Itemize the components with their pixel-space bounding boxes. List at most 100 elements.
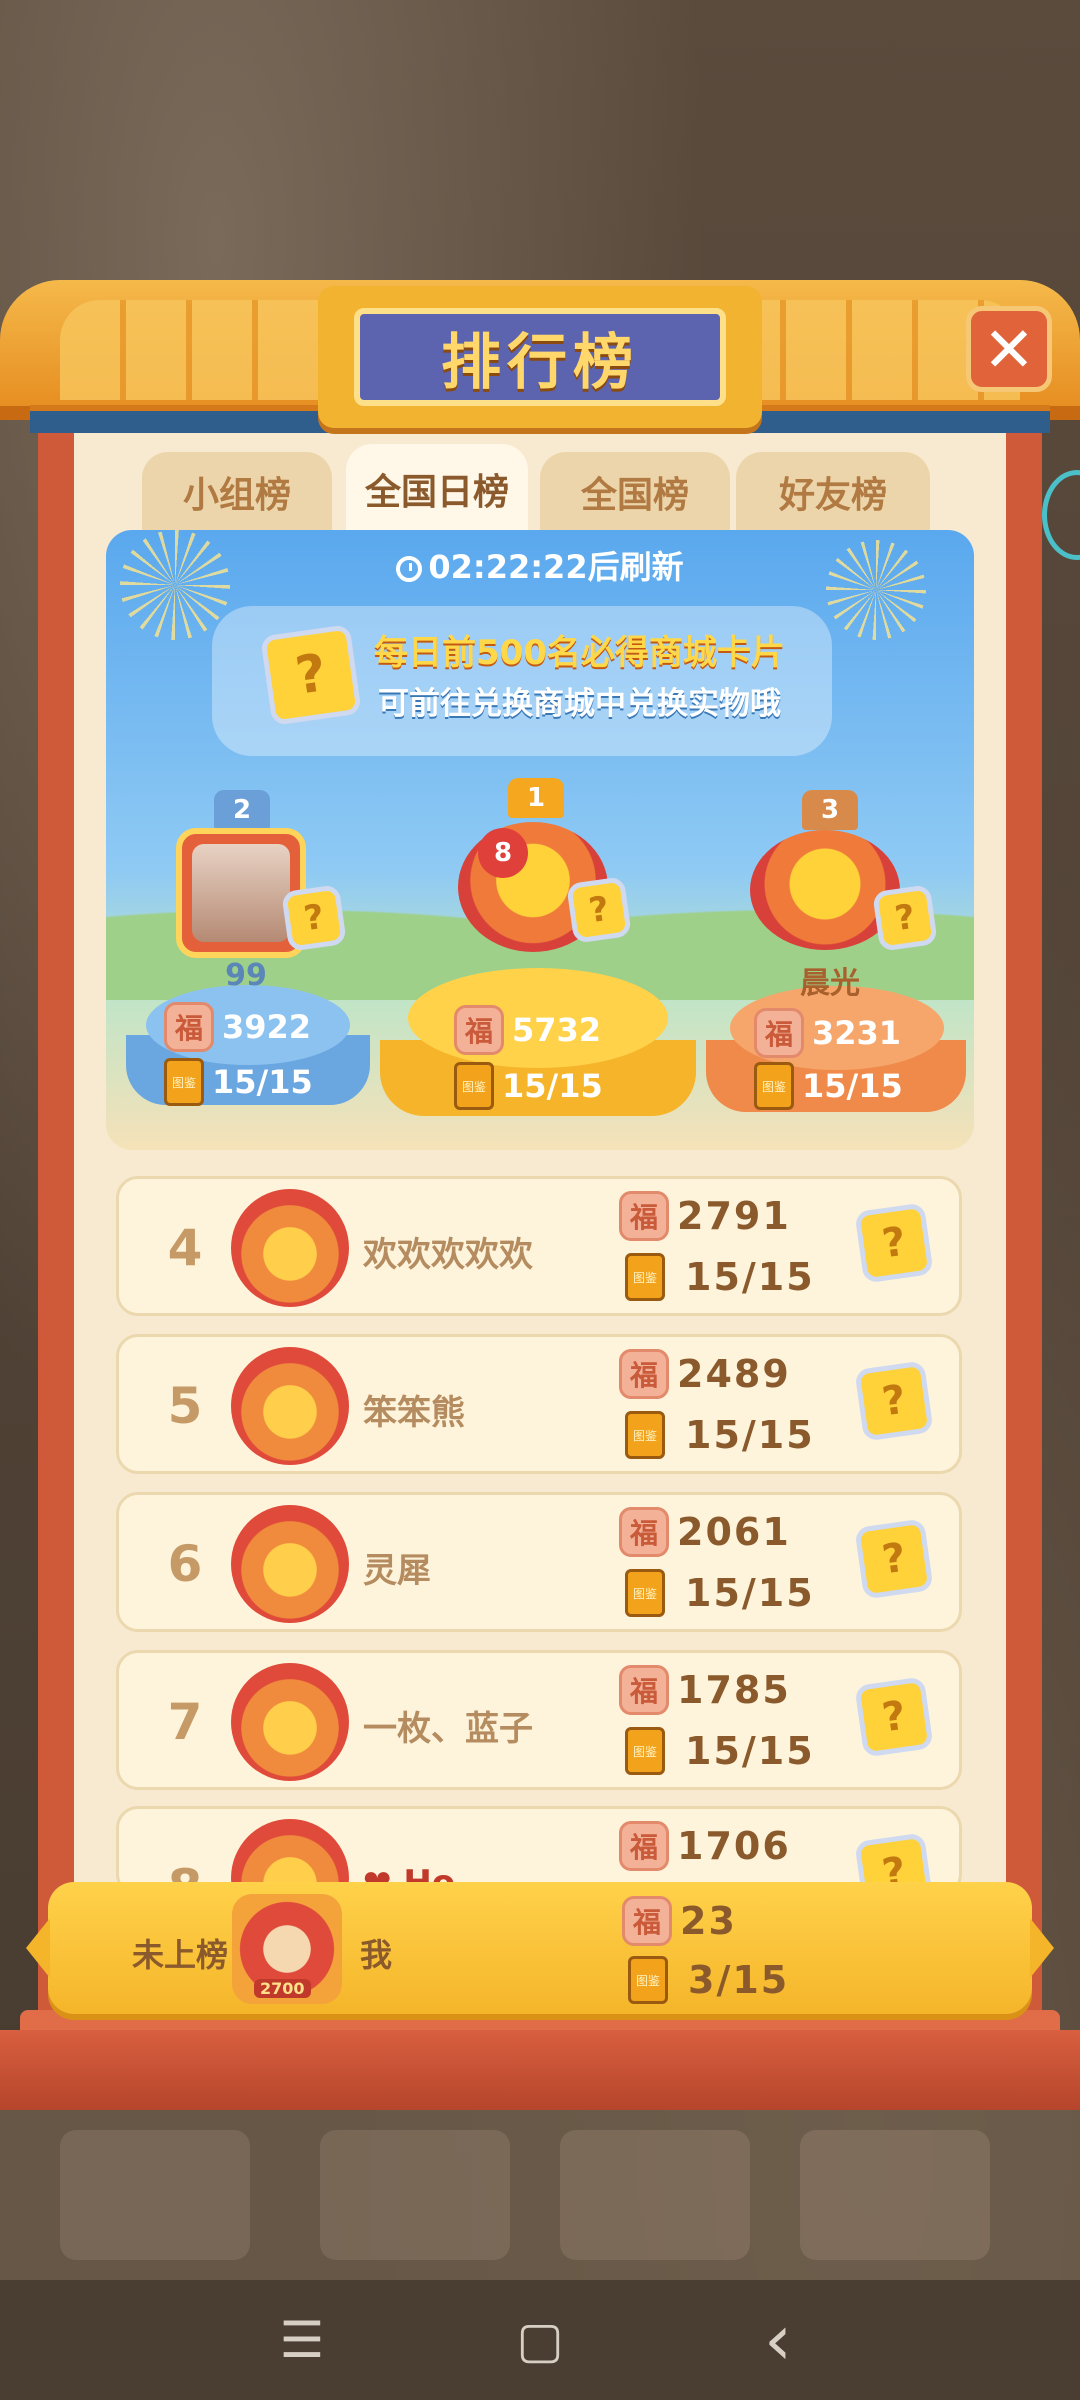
row-score-value: 2489 (677, 1352, 791, 1396)
rank-3-crown-icon: 3 (802, 790, 858, 830)
my-score-value: 23 (680, 1899, 737, 1943)
fu-coin-icon: 福 (754, 1008, 804, 1058)
row-progress-value: 15/15 (685, 1255, 815, 1299)
collection-book-icon: 图鉴 (754, 1062, 794, 1110)
row-score: 福 2061 (619, 1507, 791, 1557)
my-progress-value: 3/15 (688, 1958, 790, 2002)
tab-group[interactable]: 小组榜 (142, 452, 332, 532)
row-score: 福 1785 (619, 1665, 791, 1715)
tab-national[interactable]: 全国榜 (540, 452, 730, 532)
menu-icon[interactable]: ☰ (272, 2310, 332, 2370)
rank-3-name: 晨光 (800, 966, 860, 1001)
rank-1-score: 福 5732 (454, 1005, 601, 1055)
row-progress: 图鉴 15/15 (625, 1253, 815, 1301)
rank-2-card-icon[interactable]: ? (281, 884, 347, 952)
row-name: 一枚、蓝子 (363, 1709, 533, 1749)
rank-1-crown-icon: 1 (508, 778, 564, 818)
row-progress: 图鉴 15/15 (625, 1727, 815, 1775)
row-avatar (231, 1505, 349, 1623)
fu-coin-icon: 福 (619, 1665, 669, 1715)
row-score: 福 2489 (619, 1349, 791, 1399)
list-item[interactable]: 6 灵犀 福 2061 图鉴 15/15 ? (116, 1492, 962, 1632)
rank-1-score-value: 5732 (512, 1011, 602, 1049)
close-button[interactable]: ✕ (966, 306, 1052, 392)
my-avatar-label: 2700 (254, 1979, 311, 1998)
row-progress: 图鉴 15/15 (625, 1569, 815, 1617)
rank-1-card-icon[interactable]: ? (566, 876, 632, 944)
rank-2-progress-value: 15/15 (212, 1063, 313, 1101)
background-bottom-strip (0, 2110, 1080, 2280)
rank-3-score-value: 3231 (812, 1014, 902, 1052)
my-rank-bar[interactable]: 未上榜 2700 我 福 23 图鉴 3/15 (26, 1882, 1054, 2014)
clock-icon (396, 556, 423, 582)
banner-line-2: 可前往兑换商城中兑换实物哦 (378, 686, 781, 722)
row-avatar (231, 1189, 349, 1307)
rank-2-crown-icon: 2 (214, 790, 270, 830)
row-rank: 4 (167, 1219, 203, 1277)
collection-book-icon: 图鉴 (625, 1411, 665, 1459)
rank-2-score: 福 3922 (164, 1002, 311, 1052)
bg-block (800, 2130, 990, 2260)
tab-friends[interactable]: 好友榜 (736, 452, 930, 532)
row-name: 笨笨熊 (363, 1393, 465, 1433)
fu-coin-icon: 福 (454, 1005, 504, 1055)
bg-block (320, 2130, 510, 2260)
fu-coin-icon: 福 (164, 1002, 214, 1052)
rank-2-progress: 图鉴 15/15 (164, 1058, 313, 1106)
row-score: 福 2791 (619, 1191, 791, 1241)
row-card-icon[interactable]: ? (854, 1676, 934, 1758)
collection-book-icon: 图鉴 (625, 1569, 665, 1617)
title-plaque: 排行榜 (318, 286, 762, 428)
avatar-photo (192, 844, 290, 942)
rank-2-name: 99 (225, 958, 267, 993)
my-avatar: 2700 (232, 1894, 342, 2004)
my-rank-status: 未上榜 (132, 1936, 229, 1974)
list-item[interactable]: 4 欢欢欢欢欢 福 2791 图鉴 15/15 ? (116, 1176, 962, 1316)
bg-block (60, 2130, 250, 2260)
row-score-value: 2791 (677, 1194, 791, 1238)
rank-3-card-icon[interactable]: ? (872, 884, 938, 952)
page-title: 排行榜 (354, 308, 726, 406)
collection-book-icon: 图鉴 (625, 1253, 665, 1301)
row-avatar (231, 1663, 349, 1781)
list-item[interactable]: 7 一枚、蓝子 福 1785 图鉴 15/15 ? (116, 1650, 962, 1790)
collection-book-icon: 图鉴 (164, 1058, 204, 1106)
row-rank: 5 (167, 1377, 203, 1435)
row-rank: 6 (167, 1535, 203, 1593)
system-nav-bar: ☰ ▢ ‹ (0, 2280, 1080, 2400)
my-progress: 图鉴 3/15 (628, 1956, 789, 2004)
mall-card-icon: ? (260, 624, 362, 726)
row-name: 欢欢欢欢欢 (363, 1235, 533, 1275)
row-progress-value: 15/15 (685, 1729, 815, 1773)
row-progress-value: 15/15 (685, 1413, 815, 1457)
home-icon[interactable]: ▢ (510, 2310, 570, 2370)
list-item[interactable]: 5 笨笨熊 福 2489 图鉴 15/15 ? (116, 1334, 962, 1474)
row-rank: 7 (167, 1693, 203, 1751)
timer-text: 02:22:22后刷新 (428, 548, 684, 586)
bg-block (560, 2130, 750, 2260)
fu-coin-icon: 福 (622, 1896, 672, 1946)
row-score-value: 2061 (677, 1510, 791, 1554)
frame-base (0, 2030, 1080, 2110)
row-card-icon[interactable]: ? (854, 1202, 934, 1284)
fu-coin-icon: 福 (619, 1191, 669, 1241)
row-progress: 图鉴 15/15 (625, 1411, 815, 1459)
row-score-value: 1785 (677, 1668, 791, 1712)
rank-1-progress: 图鉴 15/15 (454, 1062, 603, 1110)
rank-3-progress-value: 15/15 (802, 1067, 903, 1105)
rank-1-progress-value: 15/15 (502, 1067, 603, 1105)
fu-coin-icon: 福 (619, 1507, 669, 1557)
row-card-icon[interactable]: ? (854, 1518, 934, 1600)
refresh-timer: 02:22:22后刷新 (106, 542, 974, 588)
row-avatar (231, 1347, 349, 1465)
row-progress-value: 15/15 (685, 1571, 815, 1615)
row-score: 福 1706 (619, 1821, 791, 1871)
collection-book-icon: 图鉴 (628, 1956, 668, 2004)
tab-national-daily[interactable]: 全国日榜 (346, 444, 528, 534)
rank-2-score-value: 3922 (222, 1008, 312, 1046)
collection-book-icon: 图鉴 (454, 1062, 494, 1110)
back-icon[interactable]: ‹ (748, 2299, 808, 2381)
row-card-icon[interactable]: ? (854, 1360, 934, 1442)
fu-coin-icon: 福 (619, 1821, 669, 1871)
banner-line-1: 每日前500名必得商城卡片 (374, 633, 785, 673)
